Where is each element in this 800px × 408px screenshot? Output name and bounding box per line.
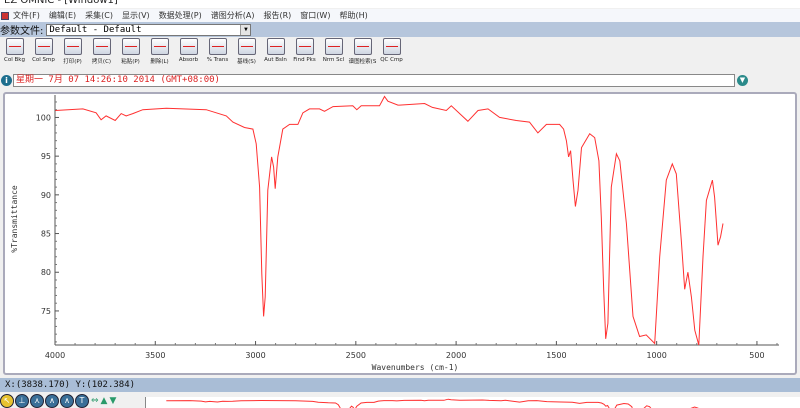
menu-process[interactable]: 数据处理(P): [159, 10, 202, 21]
y-tick-label: 80: [41, 268, 51, 277]
toolbar-icon: [63, 38, 82, 55]
parameter-file-row: 参数文件: Default - Default ▼: [0, 22, 800, 37]
x-tick-label: 2000: [446, 351, 466, 360]
toolbar-icon: [295, 38, 314, 55]
toolbar-button[interactable]: 谱图检索(S: [348, 38, 377, 70]
toolbar-label: Aut Bsln: [264, 57, 287, 63]
toolbar-button[interactable]: Aut Bsln: [261, 38, 290, 70]
app-icon[interactable]: [1, 11, 9, 20]
y-tick-label: 90: [41, 191, 51, 200]
toolbar-label: Find Pks: [293, 57, 316, 63]
toolbar-icon: [150, 38, 169, 55]
toolbar-button[interactable]: Nrm Scl: [319, 38, 348, 70]
y-axis-label: %Transmittance: [10, 185, 19, 253]
scale-up-icon[interactable]: ▲: [101, 396, 108, 406]
peak-tool-icon[interactable]: ⋏: [30, 394, 44, 408]
toolbar-label: 基线(S): [237, 59, 256, 65]
window-title: EZ OMNIC - [Window1]: [0, 0, 800, 8]
spectrum-chart[interactable]: 100 95 90 85 80 75 4000 3500 3000 2500 2000 1500 100…: [5, 94, 795, 373]
menu-view[interactable]: 显示(V): [122, 10, 150, 21]
overview-line: [166, 398, 699, 408]
toolbar-label: Nrm Scl: [322, 57, 345, 63]
scale-down-icon[interactable]: ▼: [109, 396, 116, 406]
toolbar-icon: [266, 38, 285, 55]
height-tool-icon[interactable]: ∧: [45, 394, 59, 408]
menu-report[interactable]: 报告(R): [263, 10, 291, 21]
toolbar-icon: [324, 38, 343, 55]
cursor-readout: X:(3838.170) Y:(102.384): [0, 378, 800, 392]
menu-bar: 文件(F) 编辑(E) 采集(C) 显示(V) 数据处理(P) 谱图分析(A) …: [0, 9, 800, 22]
toolbar-label: 谱图检索(S: [348, 59, 377, 65]
toolbar-button[interactable]: 拷贝(C): [87, 38, 116, 70]
toolbar-label: QC Cmp: [380, 57, 403, 63]
toolbar-button[interactable]: Absorb: [174, 38, 203, 70]
toolbar-button[interactable]: Col Bkg: [0, 38, 29, 70]
parameter-file-label: 参数文件:: [0, 26, 44, 37]
overview-spectrum[interactable]: [145, 397, 800, 408]
menu-edit[interactable]: 编辑(E): [49, 10, 76, 21]
parameter-file-select[interactable]: Default - Default ▼: [46, 23, 252, 36]
toolbar-button[interactable]: 打印(P): [58, 38, 87, 70]
toolbar-button[interactable]: 基线(S): [232, 38, 261, 70]
annotate-tool-icon[interactable]: T: [75, 394, 89, 408]
x-tick-label: 4000: [45, 351, 65, 360]
x-tick-label: 3000: [245, 351, 265, 360]
toolbar-icon: [237, 38, 256, 55]
toolbar-button[interactable]: 粘贴(P): [116, 38, 145, 70]
x-tick-label: 1000: [646, 351, 666, 360]
x-tick-label: 3500: [145, 351, 165, 360]
toolbar-icon: [34, 38, 53, 55]
y-tick-label: 75: [41, 307, 51, 316]
x-axis-label: Wavenumbers (cm-1): [372, 363, 459, 372]
menu-collect[interactable]: 采集(C): [85, 10, 113, 21]
toolbar-button[interactable]: % Trans: [203, 38, 232, 70]
toolbar: Col Bkg Col Smp 打印(P) 拷贝(C) 粘贴(P) 删除(L) Absorb…: [0, 38, 800, 70]
expand-horizontal-icon[interactable]: ⇔: [91, 396, 99, 406]
toolbar-icon: [92, 38, 111, 55]
x-tick-label: 1500: [546, 351, 566, 360]
parameter-file-value: Default - Default: [49, 24, 142, 35]
dropdown-icon[interactable]: ▼: [737, 75, 748, 86]
toolbar-icon: [121, 38, 140, 55]
toolbar-icon: [208, 38, 227, 55]
select-tool-icon[interactable]: ↖: [0, 394, 14, 408]
chevron-down-icon[interactable]: ▼: [240, 24, 251, 35]
toolbar-label: % Trans: [206, 57, 229, 63]
toolbar-label: 打印(P): [63, 59, 82, 65]
x-tick-label: 500: [749, 351, 764, 360]
info-row: i 星期一 7月 07 14:26:10 2014 (GMT+08:00) ▼: [0, 73, 800, 88]
x-tick-label: 2500: [346, 351, 366, 360]
toolbar-label: 删除(L): [150, 59, 169, 65]
toolbar-icon: [353, 38, 372, 55]
spectrum-window[interactable]: 100 95 90 85 80 75 4000 3500 3000 2500 2000 1500 100…: [3, 92, 797, 375]
menu-analyze[interactable]: 谱图分析(A): [211, 10, 255, 21]
toolbar-icon: [5, 38, 24, 55]
spectrum-line: [55, 95, 724, 346]
toolbar-button[interactable]: QC Cmp: [377, 38, 406, 70]
y-tick-label: 95: [41, 152, 51, 161]
toolbar-button[interactable]: 删除(L): [145, 38, 174, 70]
y-tick-label: 100: [36, 113, 51, 122]
toolbar-label: Col Bkg: [4, 57, 25, 63]
area-tool-icon[interactable]: ∧: [60, 394, 74, 408]
toolbar-button[interactable]: Col Smp: [29, 38, 58, 70]
menu-file[interactable]: 文件(F): [13, 10, 40, 21]
toolbar-label: 拷贝(C): [91, 59, 112, 65]
region-tool-icon[interactable]: ⊥: [15, 394, 29, 408]
toolbar-icon: [382, 38, 401, 55]
toolbar-label: Col Smp: [32, 57, 55, 63]
spectrum-title-field[interactable]: 星期一 7月 07 14:26:10 2014 (GMT+08:00): [13, 74, 735, 87]
toolbar-label: Absorb: [178, 57, 199, 63]
info-icon[interactable]: i: [1, 75, 12, 86]
toolbar-label: 粘贴(P): [121, 59, 140, 65]
toolbar-button[interactable]: Find Pks: [290, 38, 319, 70]
y-tick-label: 85: [41, 230, 51, 239]
toolbar-icon: [179, 38, 198, 55]
menu-help[interactable]: 帮助(H): [339, 10, 367, 21]
menu-window[interactable]: 窗口(W): [300, 10, 330, 21]
